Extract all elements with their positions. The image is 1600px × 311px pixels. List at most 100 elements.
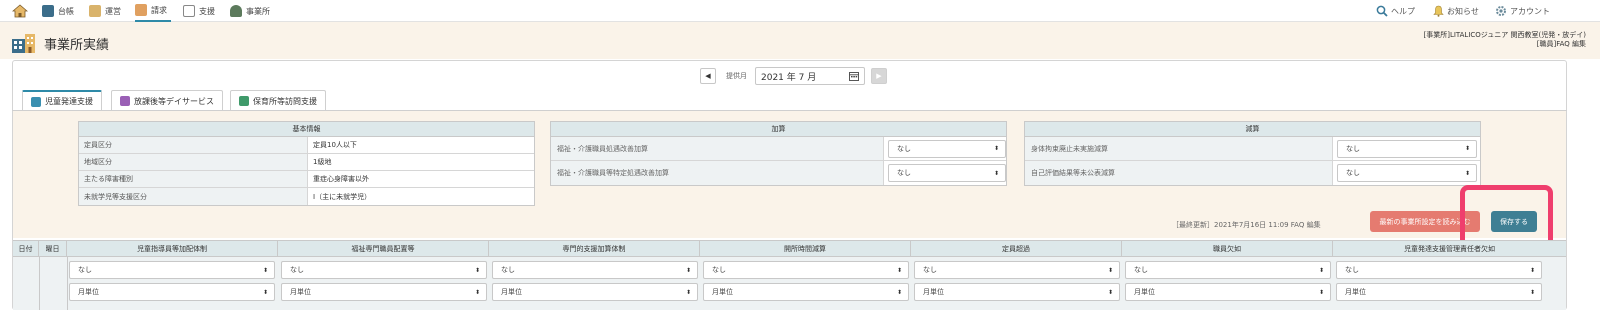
bell-icon [1433,5,1444,17]
staff-allocation-unit-select[interactable]: 月単位 ⬍ [69,283,275,301]
results-table-header: 日付 曜日 児童指導員等加配体制 福祉専門職員配置等 専門的支援加算体制 開所時… [13,240,1566,257]
column-header: 開所時間減算 [700,241,911,257]
sort-caret-icon: ⬍ [685,288,691,296]
page-header [0,22,1600,59]
home-icon [12,4,28,18]
reduction-key: 身体拘束廃止未実施減算 [1025,137,1333,160]
capacity-over-select[interactable]: なし ⬍ [914,261,1120,279]
table-row: 身体拘束廃止未実施減算 なし ⬍ [1025,137,1480,161]
nav-operation[interactable]: 運営 [89,0,121,22]
tab-child-development-label: 児童発達支援 [45,97,93,106]
notice-link[interactable]: お知らせ [1433,0,1479,22]
office-info: [事業所]LITALICOジュニア 関西教室(児発・放デイ) [職員]FAQ 編… [1423,31,1586,49]
basic-info-value: 重症心身障害以外 [313,175,369,183]
last-update: ［最終更新］2021年7月16日 11:09 FAQ 編集 [1172,221,1321,229]
column-header: 日付 [13,241,39,257]
welfare-staff-select[interactable]: なし ⬍ [281,261,487,279]
sort-caret-icon: ⬍ [1529,288,1535,296]
sort-caret-icon: ⬍ [262,266,268,274]
tab-nursery-visit-label: 保育所等訪問支援 [253,96,317,106]
nav-office[interactable]: 事業所 [230,0,270,22]
reductions-table: 減算 身体拘束廃止未実施減算 なし ⬍ 自己評価結果等未公表減算 なし ⬍ [1024,121,1481,186]
sort-caret-icon: ⬍ [262,288,268,296]
column-header: 児童発達支援管理責任者欠如 [1404,245,1495,253]
column-header: 職員欠如 [1122,241,1333,257]
addition-select[interactable]: なし ⬍ [888,139,1006,158]
reduction-select-value: なし [1346,144,1360,153]
staff-shortage-select[interactable]: なし ⬍ [1125,261,1331,279]
addition-key: 福祉・介護職員等特定処遇改善加算 [551,161,884,185]
staff-allocation-select[interactable]: なし ⬍ [69,261,275,279]
reduction-select-value: なし [1346,169,1360,177]
manager-shortage-unit-select[interactable]: 月単位 ⬍ [1336,283,1542,301]
tab-after-school[interactable]: 放課後等デイサービス [111,90,223,111]
tab-child-development[interactable]: 児童発達支援 [22,90,102,111]
month-input[interactable]: 2021 年 7 月 [755,67,865,85]
column-header: 福祉専門職員配置等 [278,241,489,257]
column-header: 専門的支援加算体制 [489,241,700,257]
addition-select-value: なし [897,169,911,177]
capacity-over-unit-select[interactable]: 月単位 ⬍ [914,283,1120,301]
nav-office-label: 事業所 [246,6,270,16]
sort-caret-icon: ⬍ [993,169,999,177]
sort-caret-icon: ⬍ [1464,145,1470,152]
after-school-icon [120,96,130,106]
nav-ledger[interactable]: 台帳 [42,0,74,22]
reductions-title: 減算 [1025,122,1480,137]
calendar-icon [849,72,859,81]
specialized-support-unit-select[interactable]: 月単位 ⬍ [492,283,698,301]
child-development-icon [31,96,41,107]
select-value: なし [78,266,92,274]
page-title: 事業所実績 [44,38,110,53]
operation-icon [89,5,101,17]
basic-info-key: 主たる障害種別 [79,171,308,187]
top-nav: 台帳 運営 請求 支援 事業所 ヘルプ お知らせ アカウント [0,0,1600,22]
office-name: [事業所]LITALICOジュニア 関西教室(児発・放デイ) [1423,31,1586,39]
account-link[interactable]: アカウント [1495,0,1550,22]
help-label: ヘルプ [1391,6,1415,16]
opening-hours-unit-select[interactable]: 月単位 ⬍ [703,283,909,301]
account-label: アカウント [1510,6,1550,16]
staff-name: [職員]FAQ 編集 [1536,40,1586,48]
nav-operation-label: 運営 [105,6,121,16]
basic-info-value: Ⅰ（主に未就学児） [313,192,372,201]
chevron-right-icon: ▶ [876,72,882,80]
staff-shortage-unit-select[interactable]: 月単位 ⬍ [1125,283,1331,301]
month-label: 提供月 [726,72,747,80]
select-value: 月単位 [1345,288,1366,296]
nav-billing[interactable]: 請求 [135,0,171,22]
select-value: なし [923,266,937,274]
column-header: 曜日 [39,241,67,257]
sort-caret-icon: ⬍ [1529,266,1535,274]
sort-caret-icon: ⬍ [1107,266,1113,274]
nav-support[interactable]: 支援 [183,0,215,22]
tab-nursery-visit[interactable]: 保育所等訪問支援 [230,90,326,111]
welfare-staff-unit-select[interactable]: 月単位 ⬍ [281,283,487,301]
column-divider [67,257,68,310]
manager-shortage-select[interactable]: なし ⬍ [1336,261,1542,279]
basic-info-table: 基本情報 定員区分 定員10人以下 地域区分 1級地 主たる障害種別 重症心身障害以外… [78,121,535,206]
opening-hours-select[interactable]: なし ⬍ [703,261,909,279]
reduction-select[interactable]: なし ⬍ [1337,139,1477,158]
addition-select[interactable]: なし ⬍ [888,164,1006,182]
specialized-support-select[interactable]: なし ⬍ [492,261,698,279]
prev-month-button[interactable]: ◀ [700,68,716,84]
select-value: なし [290,266,304,274]
sort-caret-icon: ⬍ [474,266,480,274]
nav-support-label: 支援 [199,6,215,16]
table-row: 未就学児等支援区分 Ⅰ（主に未就学児） [79,188,534,205]
sort-caret-icon: ⬍ [1464,169,1470,177]
select-value: 月単位 [1134,288,1155,296]
table-row: 福祉・介護職員等特定処遇改善加算 なし ⬍ [551,161,1006,185]
sort-caret-icon: ⬍ [993,145,999,152]
reduction-select[interactable]: なし ⬍ [1337,164,1477,182]
additions-table: 加算 福祉・介護職員処遇改善加算 なし ⬍ 福祉・介護職員等特定処遇改善加算 なし… [550,121,1007,186]
reduction-key: 自己評価結果等未公表減算 [1025,161,1333,185]
select-value: なし [1345,266,1359,274]
help-link[interactable]: ヘルプ [1376,0,1415,22]
home-link[interactable] [12,0,28,22]
next-month-button[interactable]: ▶ [871,68,887,84]
basic-info-key: 定員区分 [79,137,308,153]
additions-title: 加算 [551,122,1006,137]
sort-caret-icon: ⬍ [896,288,902,296]
